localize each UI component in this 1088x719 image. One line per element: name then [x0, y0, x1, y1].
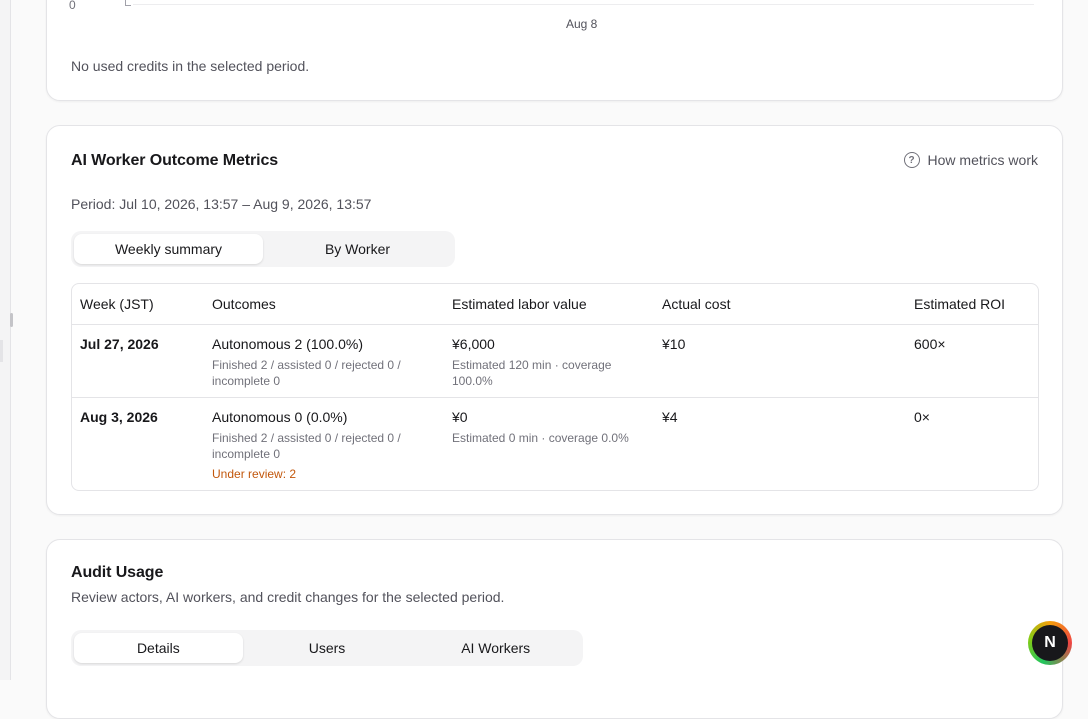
credits-usage-card	[46, 0, 1063, 101]
axis-origin-mark	[125, 0, 131, 6]
labor-value-cell: ¥6,000 Estimated 120 min · coverage 100.…	[444, 324, 654, 398]
column-header-week: Week (JST)	[72, 284, 204, 325]
week-cell: Jul 27, 2026	[72, 324, 204, 398]
audit-view-tabs: Details Users AI Workers	[71, 630, 583, 666]
question-circle-icon: ?	[903, 152, 920, 168]
tab-details[interactable]: Details	[74, 633, 243, 663]
outcomes-cell: Autonomous 0 (0.0%) Finished 2 / assiste…	[204, 398, 444, 491]
chart-baseline	[133, 4, 1034, 5]
x-axis-tick-label: Aug 8	[566, 17, 598, 31]
labor-value: ¥6,000	[452, 336, 495, 352]
metrics-view-tabs: Weekly summary By Worker	[71, 231, 455, 267]
outcomes-cell: Autonomous 2 (100.0%) Finished 2 / assis…	[204, 324, 444, 398]
table-header-row: Week (JST) Outcomes Estimated labor valu…	[72, 284, 1038, 325]
table-row: Aug 3, 2026 Autonomous 0 (0.0%) Finished…	[72, 398, 1038, 491]
tab-by-worker[interactable]: By Worker	[263, 234, 452, 264]
tab-ai-workers[interactable]: AI Workers	[411, 633, 580, 663]
period-range: Period: Jul 10, 2026, 13:57 – Aug 9, 202…	[71, 196, 372, 212]
outcome-breakdown: Finished 2 / assisted 0 / rejected 0 / i…	[212, 431, 401, 461]
outcome-metrics-card: AI Worker Outcome Metrics ? How metrics …	[46, 125, 1063, 515]
how-metrics-work-link[interactable]: ? How metrics work	[903, 152, 1038, 168]
column-header-outcomes: Outcomes	[204, 284, 444, 325]
help-link-label: How metrics work	[927, 152, 1038, 168]
weekly-metrics-table: Week (JST) Outcomes Estimated labor valu…	[71, 283, 1039, 491]
card-title: AI Worker Outcome Metrics	[71, 152, 279, 169]
under-review-badge: Under review: 2	[212, 467, 297, 481]
card-subtitle: Review actors, AI workers, and credit ch…	[71, 589, 505, 605]
column-header-roi: Estimated ROI	[906, 284, 1038, 325]
card-title: Audit Usage	[71, 564, 164, 581]
tab-users[interactable]: Users	[243, 633, 412, 663]
y-axis-tick-label: 0	[69, 0, 76, 12]
tab-weekly-summary[interactable]: Weekly summary	[74, 234, 263, 264]
week-cell: Aug 3, 2026	[80, 409, 158, 425]
outcome-breakdown: Finished 2 / assisted 0 / rejected 0 / i…	[212, 358, 401, 388]
sidebar-edge-tab[interactable]	[0, 340, 3, 362]
assistant-avatar: N	[1032, 625, 1068, 661]
labor-value: ¥0	[452, 409, 468, 425]
outcome-summary: Autonomous 2 (100.0%)	[212, 336, 363, 352]
table-row: Jul 27, 2026 Autonomous 2 (100.0%) Finis…	[72, 324, 1038, 398]
outcome-summary: Autonomous 0 (0.0%)	[212, 409, 348, 425]
column-header-labor-value: Estimated labor value	[444, 284, 654, 325]
assistant-launcher-button[interactable]: N	[1028, 621, 1072, 665]
actual-cost-cell: ¥4	[662, 409, 678, 425]
roi-cell: 0×	[914, 409, 930, 425]
empty-credits-message: No used credits in the selected period.	[71, 58, 310, 74]
actual-cost-cell: ¥10	[654, 324, 906, 398]
sidebar-resize-handle[interactable]	[10, 313, 13, 327]
labor-estimate-detail: Estimated 0 min · coverage 0.0%	[452, 431, 629, 445]
labor-estimate-detail: Estimated 120 min · coverage 100.0%	[452, 358, 612, 388]
audit-usage-card: Audit Usage Review actors, AI workers, a…	[46, 539, 1063, 719]
roi-cell: 600×	[906, 324, 1038, 398]
labor-value-cell: ¥0 Estimated 0 min · coverage 0.0%	[444, 398, 654, 491]
column-header-actual-cost: Actual cost	[654, 284, 906, 325]
